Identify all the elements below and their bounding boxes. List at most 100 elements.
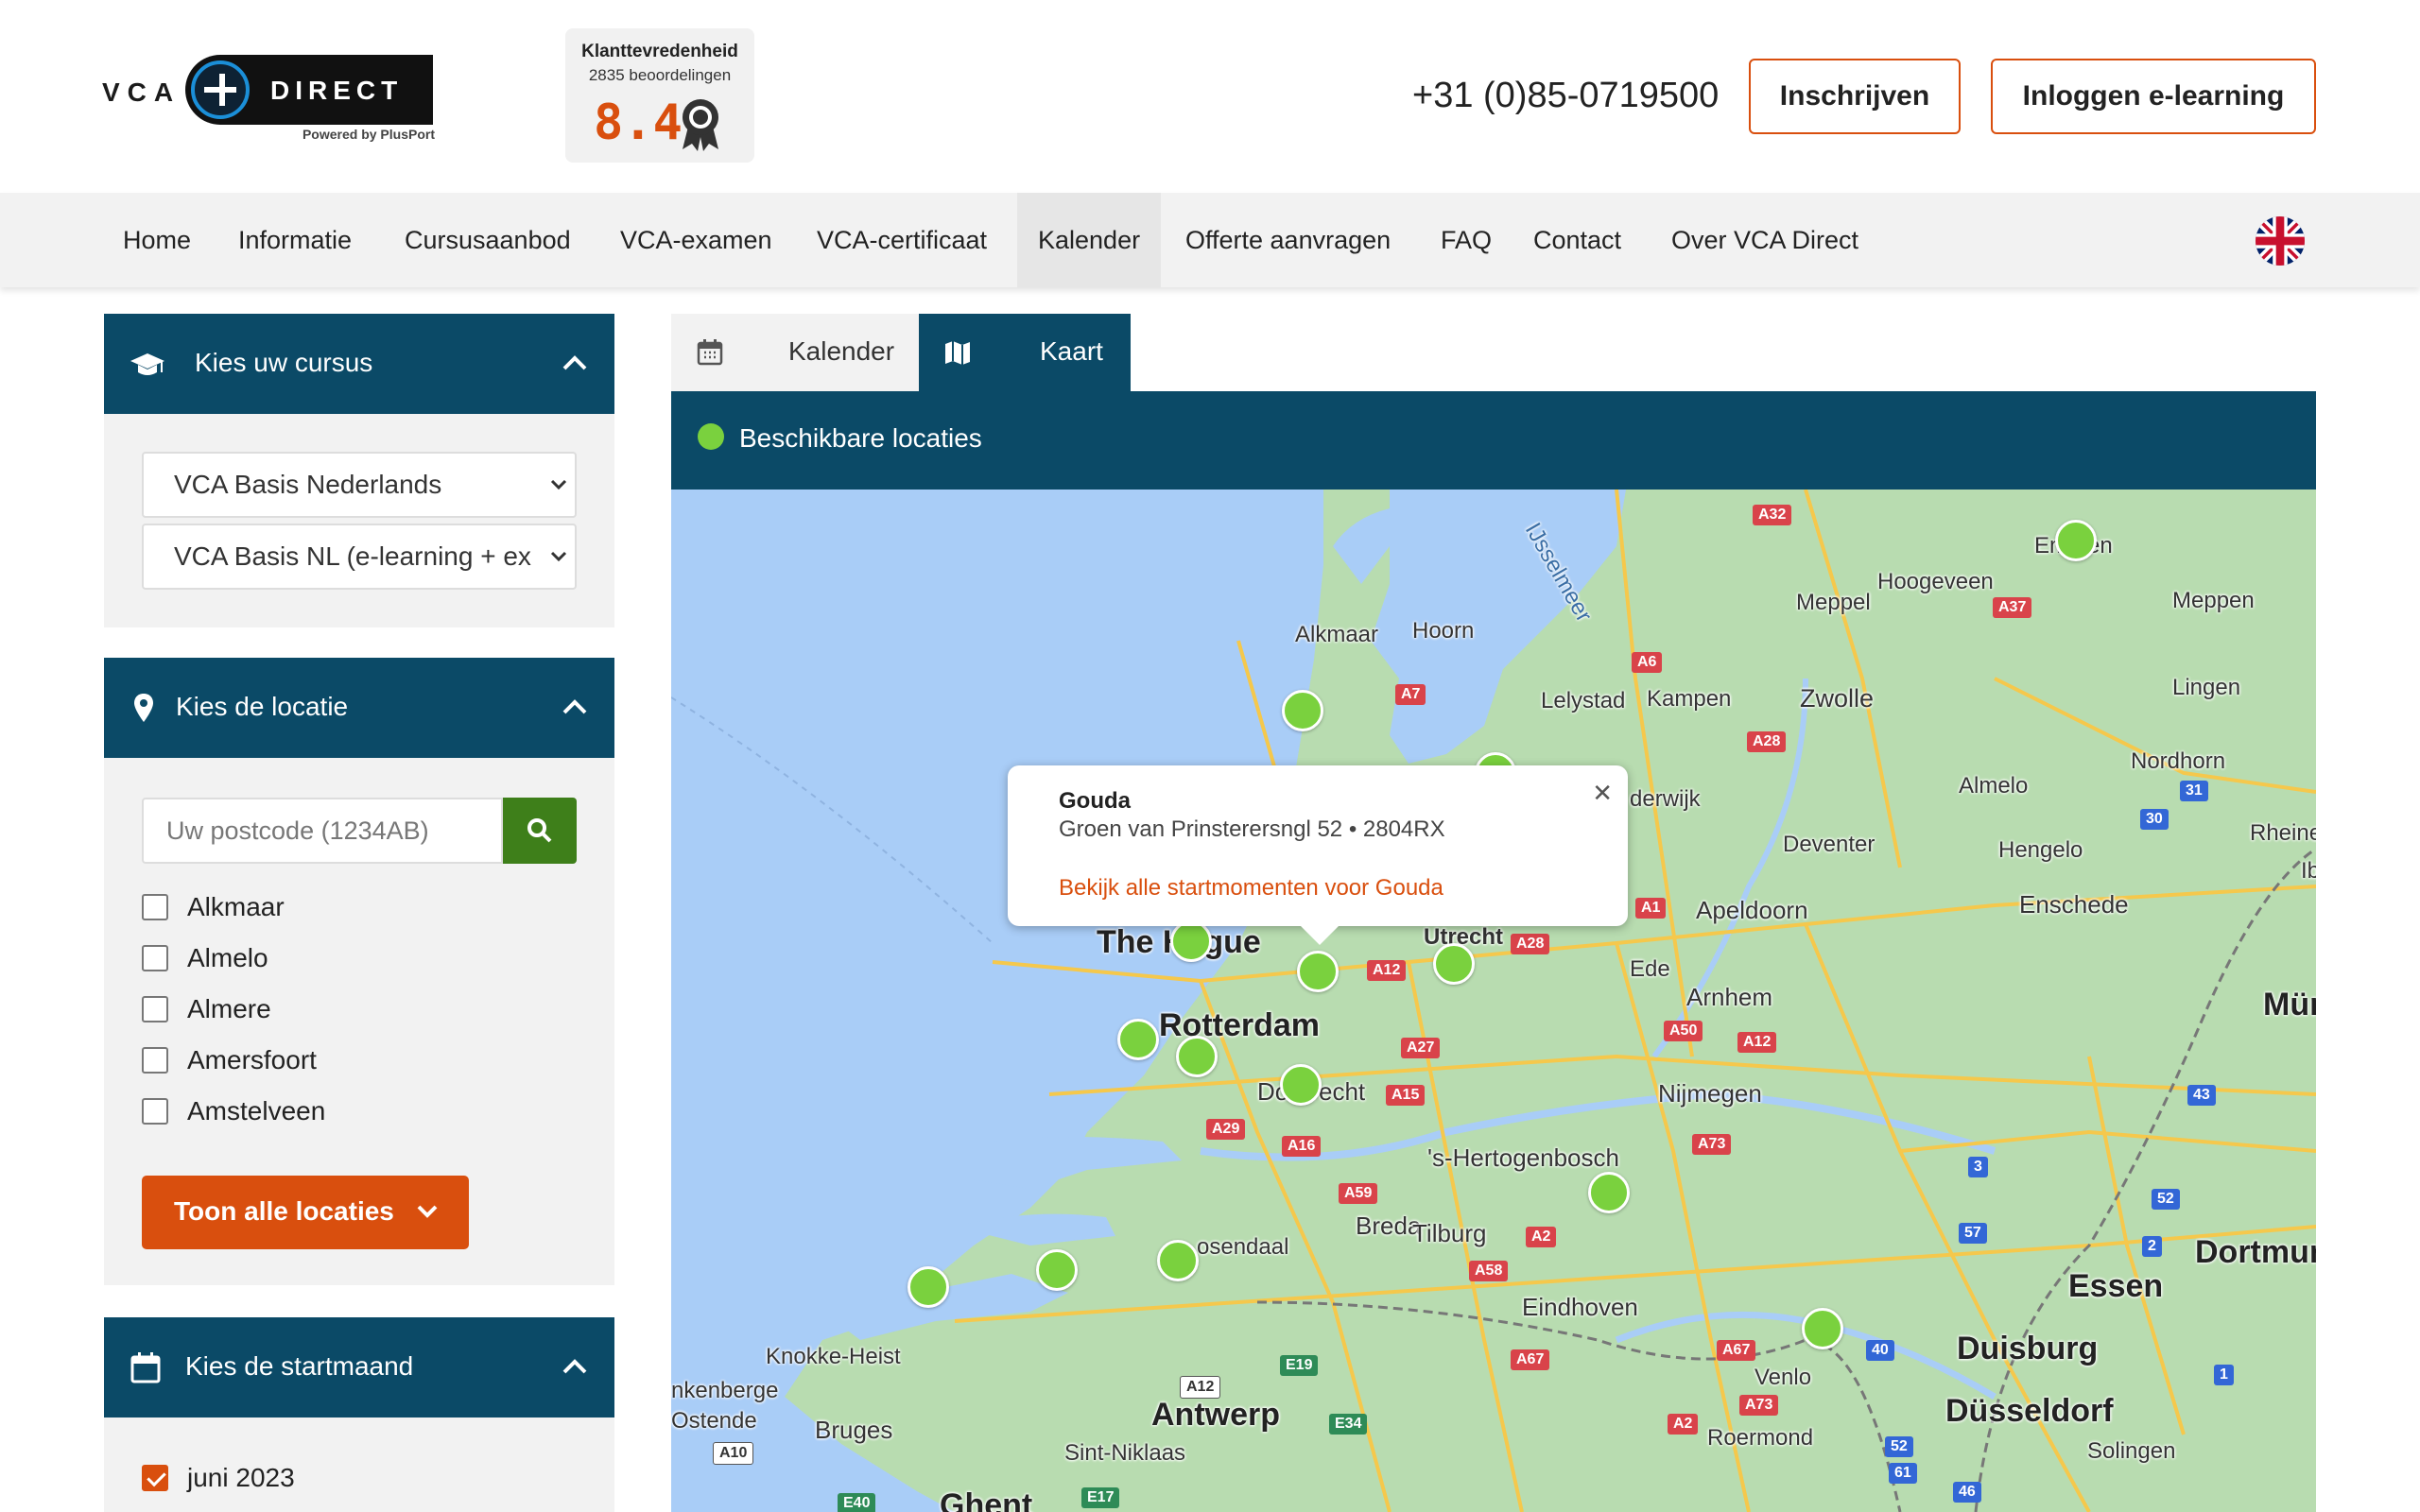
course-select[interactable]: VCA Basis Nederlands <box>142 452 577 518</box>
location-marker[interactable] <box>1157 1240 1199 1281</box>
checkbox[interactable] <box>142 894 168 920</box>
location-marker[interactable] <box>1036 1249 1078 1291</box>
city-label: Essen <box>2068 1268 2164 1304</box>
nav-vca-certificaat[interactable]: VCA-certificaat <box>796 193 1008 287</box>
calendar-icon <box>697 339 723 366</box>
logo-direct-text: DIRECT <box>270 76 404 105</box>
checkbox[interactable] <box>142 945 168 971</box>
chevron-up-icon[interactable] <box>562 696 588 718</box>
nav-cursusaanbod[interactable]: Cursusaanbod <box>384 193 592 287</box>
location-option-label: Alkmaar <box>187 892 285 921</box>
checkbox[interactable] <box>142 1098 168 1125</box>
road-shield: E40 <box>838 1493 876 1512</box>
location-option-amersfoort[interactable]: Amersfoort <box>142 1041 317 1079</box>
available-location-dot-icon <box>698 423 724 450</box>
city-label: Enschede <box>2019 890 2129 919</box>
chevron-down-icon <box>417 1205 438 1218</box>
location-marker[interactable] <box>1170 920 1212 962</box>
course-panel-header[interactable]: Kies uw cursus <box>104 314 614 414</box>
location-marker-gouda[interactable] <box>1297 951 1339 992</box>
checkbox[interactable] <box>142 1047 168 1074</box>
city-label: Eindhoven <box>1522 1293 1638 1321</box>
login-elearning-button[interactable]: Inloggen e-learning <box>1991 59 2316 134</box>
city-label: Alkmaar <box>1295 622 1379 647</box>
city-label: Dortmun <box>2195 1234 2316 1270</box>
road-shield: 31 <box>2180 781 2208 801</box>
chevron-up-icon[interactable] <box>562 1355 588 1378</box>
checkbox[interactable] <box>142 996 168 1022</box>
course-variant-select[interactable]: VCA Basis NL (e-learning + ex <box>142 524 577 590</box>
rating-badge[interactable]: Klanttevredenheid 2835 beoordelingen 8.4 <box>565 28 754 163</box>
location-marker[interactable] <box>1176 1036 1218 1077</box>
location-option-almere[interactable]: Almere <box>142 990 271 1028</box>
road-shield: 40 <box>1866 1340 1894 1361</box>
tab-kaart-label: Kaart <box>1040 336 1103 366</box>
postcode-search-button[interactable] <box>503 798 577 864</box>
city-label: Rotterdam <box>1159 1007 1321 1043</box>
location-option-alkmaar[interactable]: Alkmaar <box>142 888 285 926</box>
location-option-almelo[interactable]: Almelo <box>142 939 268 977</box>
tab-kaart[interactable]: Kaart <box>919 314 1131 391</box>
location-panel-header[interactable]: Kies de locatie <box>104 658 614 758</box>
city-label: Solingen <box>2087 1438 2176 1464</box>
tab-kalender[interactable]: Kalender <box>671 314 919 391</box>
nav-offerte[interactable]: Offerte aanvragen <box>1165 193 1411 287</box>
phone-number[interactable]: +31 (0)85-0719500 <box>1412 76 1719 116</box>
road-shield: A73 <box>1692 1134 1732 1155</box>
location-option-label: Amersfoort <box>187 1045 317 1074</box>
site-logo[interactable]: VCA DIRECT Powered by PlusPort <box>102 53 435 144</box>
road-shield: 52 <box>2152 1189 2180 1210</box>
road-shield: A32 <box>1753 505 1792 525</box>
road-shield: A2 <box>1668 1414 1699 1435</box>
month-option-juni-2023[interactable]: juni 2023 <box>142 1459 295 1497</box>
road-shield: A58 <box>1469 1261 1509 1281</box>
location-marker[interactable] <box>1280 1064 1322 1106</box>
city-label: Apeldoorn <box>1696 896 1808 924</box>
chevron-up-icon[interactable] <box>562 352 588 374</box>
location-marker[interactable] <box>1282 690 1323 731</box>
close-icon[interactable]: ✕ <box>1592 779 1613 808</box>
location-marker[interactable] <box>1433 943 1475 985</box>
nav-vca-examen[interactable]: VCA-examen <box>599 193 793 287</box>
city-label: Ib <box>2301 858 2316 884</box>
postcode-input[interactable]: Uw postcode (1234AB) <box>142 798 503 864</box>
location-panel: Kies de locatie Uw postcode (1234AB) Alk… <box>104 658 614 1285</box>
location-option-label: Amstelveen <box>187 1096 326 1125</box>
city-label: Bruges <box>815 1416 893 1444</box>
nav-contact[interactable]: Contact <box>1512 193 1642 287</box>
popup-link[interactable]: Bekijk alle startmomenten voor Gouda <box>1059 875 1443 902</box>
city-label: 's-Hertogenbosch <box>1427 1143 1619 1172</box>
course-variant-value: VCA Basis NL (e-learning + ex <box>174 541 531 571</box>
main-nav: Home Informatie Cursusaanbod VCA-examen … <box>0 193 2420 287</box>
city-label: Lingen <box>2172 675 2241 700</box>
road-shield: A67 <box>1511 1349 1550 1370</box>
location-marker[interactable] <box>2055 520 2097 561</box>
city-label: derwijk <box>1630 786 1701 812</box>
location-option-amstelveen[interactable]: Amstelveen <box>142 1092 325 1130</box>
location-marker[interactable] <box>1802 1308 1843 1349</box>
signup-button[interactable]: Inschrijven <box>1749 59 1961 134</box>
location-marker[interactable] <box>1588 1172 1630 1213</box>
location-map[interactable]: Alkmaar Hoorn Lelystad Kampen Zwolle Mep… <box>671 490 2316 1512</box>
uk-flag-icon[interactable] <box>2256 216 2305 266</box>
road-shield: A73 <box>1739 1395 1779 1416</box>
checkbox-checked[interactable] <box>142 1465 168 1491</box>
road-shield: A10 <box>713 1442 754 1465</box>
road-shield: 3 <box>1968 1157 1988 1177</box>
logo-pill: DIRECT <box>185 55 433 125</box>
nav-faq[interactable]: FAQ <box>1420 193 1512 287</box>
show-all-locations-label: Toon alle locaties <box>174 1196 394 1226</box>
city-label: Nordhorn <box>2131 748 2226 774</box>
nav-kalender[interactable]: Kalender <box>1017 193 1162 287</box>
show-all-locations-button[interactable]: Toon alle locaties <box>142 1176 469 1249</box>
logo-powered-text: Powered by PlusPort <box>302 127 435 142</box>
location-marker[interactable] <box>1117 1019 1159 1060</box>
nav-home[interactable]: Home <box>102 193 212 287</box>
chevron-down-icon <box>550 548 567 565</box>
nav-over[interactable]: Over VCA Direct <box>1651 193 1879 287</box>
location-marker[interactable] <box>908 1266 949 1308</box>
rating-count: 2835 beoordelingen <box>588 66 732 84</box>
nav-informatie[interactable]: Informatie <box>217 193 372 287</box>
month-panel-header[interactable]: Kies de startmaand <box>104 1317 614 1418</box>
city-label: Duisburg <box>1957 1331 2099 1366</box>
